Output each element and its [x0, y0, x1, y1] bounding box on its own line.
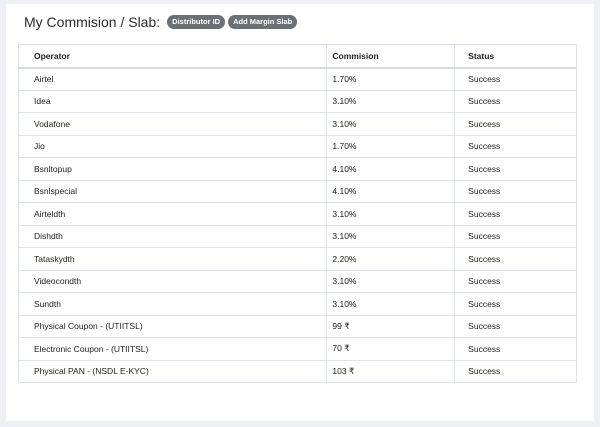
add-margin-slab-badge[interactable]: Add Margin Slab [228, 15, 298, 29]
operator-cell: Airteldth [17, 202, 328, 226]
commision-cell: 2.20% [326, 247, 456, 271]
status-cell: Success [454, 359, 577, 383]
status-cell: Success [454, 67, 577, 91]
status-cell: Success [454, 314, 577, 338]
commision-cell: 4.10% [326, 157, 456, 181]
table-row: Vodafone 3.10% Success [17, 112, 577, 136]
table-row: Electronic Coupon - (UTIITSL) 70 ₹ Success [17, 337, 577, 361]
operator-cell: Physical PAN - (NSDL E-KYC) [17, 359, 328, 383]
operator-cell: Jio [17, 134, 328, 158]
commision-cell: 3.10% [326, 202, 456, 226]
commision-cell: 99 ₹ [326, 314, 456, 338]
table-row: Physical PAN - (NSDL E-KYC) 103 ₹ Success [17, 359, 577, 383]
table-row: Jio 1.70% Success [17, 134, 577, 158]
table-row: Tataskydth 2.20% Success [17, 247, 577, 271]
operator-cell: Bsnltopup [17, 157, 328, 181]
status-cell: Success [454, 134, 577, 158]
operator-cell: Airtel [17, 67, 328, 91]
operator-cell: Tataskydth [17, 247, 328, 271]
operator-cell: Dishdth [17, 224, 328, 248]
status-cell: Success [454, 269, 577, 293]
status-cell: Success [454, 292, 577, 316]
commision-cell: 1.70% [326, 67, 456, 91]
operator-cell: Idea [17, 89, 328, 113]
operator-cell: Bsnlspecial [17, 179, 328, 203]
commision-cell: 3.10% [326, 89, 456, 113]
commision-cell: 3.10% [326, 292, 456, 316]
commision-cell: 103 ₹ [326, 359, 456, 383]
table-row: Bsnltopup 4.10% Success [17, 157, 577, 181]
table-row: Idea 3.10% Success [17, 89, 577, 113]
column-header-commision: Commision [326, 44, 456, 69]
commision-cell: 4.10% [326, 179, 456, 203]
status-cell: Success [454, 337, 577, 361]
table-row: Videocondth 3.10% Success [17, 269, 577, 293]
table-row: Airtel 1.70% Success [17, 67, 577, 91]
table-row: Airteldth 3.10% Success [17, 202, 577, 226]
status-cell: Success [454, 202, 577, 226]
page-title: My Commision / Slab: [24, 14, 161, 30]
operator-cell: Electronic Coupon - (UTIITSL) [17, 337, 328, 361]
table-row: Physical Coupon - (UTIITSL) 99 ₹ Success [17, 314, 577, 338]
operator-cell: Physical Coupon - (UTIITSL) [17, 314, 328, 338]
commission-table: Operator Commision Status Airtel 1.70% Suc… [17, 44, 577, 383]
operator-cell: Vodafone [17, 112, 328, 136]
status-cell: Success [454, 247, 577, 271]
status-cell: Success [454, 157, 577, 181]
commision-cell: 1.70% [326, 134, 456, 158]
column-header-operator: Operator [17, 44, 328, 69]
page-header: My Commision / Slab: Distributor ID Add … [24, 14, 298, 30]
commision-cell: 70 ₹ [326, 337, 456, 361]
status-cell: Success [454, 179, 577, 203]
commision-cell: 3.10% [326, 224, 456, 248]
status-cell: Success [454, 112, 577, 136]
table-header-row: Operator Commision Status [17, 44, 577, 69]
commision-cell: 3.10% [326, 112, 456, 136]
commision-cell: 3.10% [326, 269, 456, 293]
status-cell: Success [454, 89, 577, 113]
operator-cell: Sundth [17, 292, 328, 316]
operator-cell: Videocondth [17, 269, 328, 293]
table-row: Bsnlspecial 4.10% Success [17, 179, 577, 203]
column-header-status: Status [454, 44, 577, 69]
status-cell: Success [454, 224, 577, 248]
table-row: Sundth 3.10% Success [17, 292, 577, 316]
distributor-id-badge[interactable]: Distributor ID [167, 15, 226, 29]
table-row: Dishdth 3.10% Success [17, 224, 577, 248]
